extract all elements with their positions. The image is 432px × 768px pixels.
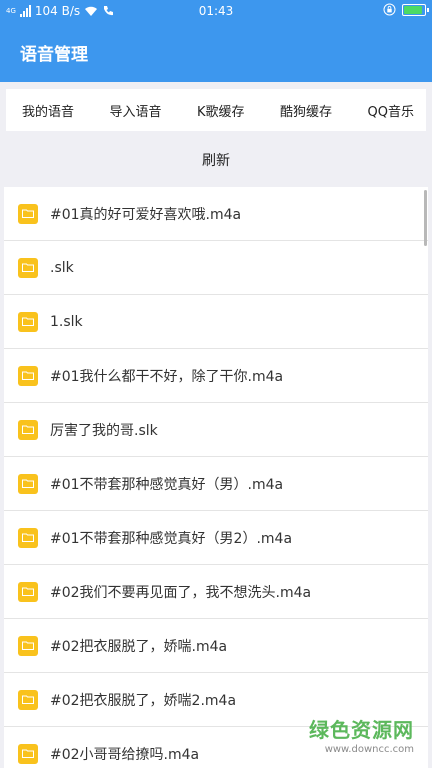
folder-icon xyxy=(18,743,38,764)
folder-icon xyxy=(18,203,38,224)
status-bar: 4G 104 B/s 01:43 xyxy=(0,0,432,24)
file-name: #02小哥哥给撩吗.m4a xyxy=(50,746,200,763)
folder-icon xyxy=(18,473,38,494)
list-item[interactable]: 1.slk xyxy=(4,295,428,349)
file-name: #01真的好可爱好喜欢哦.m4a xyxy=(50,206,242,223)
file-name: #02把衣服脱了，娇喘2.m4a xyxy=(50,692,237,709)
file-name: #01不带套那种感觉真好（男2）.m4a xyxy=(50,530,293,547)
status-time: 01:43 xyxy=(198,4,234,18)
folder-icon xyxy=(18,635,38,656)
page-title: 语音管理 xyxy=(20,45,88,65)
lock-rotation-icon xyxy=(383,3,396,16)
battery-charging-icon xyxy=(402,3,429,16)
app-bar: 语音管理 xyxy=(0,24,432,82)
list-item[interactable]: #01不带套那种感觉真好（男2）.m4a xyxy=(4,511,428,565)
folder-icon xyxy=(18,419,38,440)
file-name: 1.slk xyxy=(50,313,83,330)
tab-import-voice[interactable]: 导入语音 xyxy=(110,101,162,120)
list-item[interactable]: #01我什么都干不好，除了干你.m4a xyxy=(4,349,428,403)
list-item[interactable]: #02把衣服脱了，娇喘.m4a xyxy=(4,619,428,673)
folder-icon xyxy=(18,581,38,602)
scrollbar[interactable] xyxy=(424,190,427,246)
tab-karaoke-cache[interactable]: K歌缓存 xyxy=(197,101,245,120)
list-item[interactable]: #02小哥哥给撩吗.m4a xyxy=(4,727,428,768)
list-item[interactable]: .slk xyxy=(4,241,428,295)
list-item[interactable]: #02我们不要再见面了，我不想洗头.m4a xyxy=(4,565,428,619)
list-item[interactable]: #02把衣服脱了，娇喘2.m4a xyxy=(4,673,428,727)
refresh-button[interactable]: 刷新 xyxy=(0,150,432,170)
folder-icon xyxy=(18,527,38,548)
list-item[interactable]: #01真的好可爱好喜欢哦.m4a xyxy=(4,187,428,241)
file-name: 厉害了我的哥.slk xyxy=(50,422,158,439)
file-name: #01不带套那种感觉真好（男）.m4a xyxy=(50,476,284,493)
file-name: #01我什么都干不好，除了干你.m4a xyxy=(50,368,284,385)
folder-icon xyxy=(18,365,38,386)
status-right xyxy=(383,3,429,16)
folder-icon xyxy=(18,257,38,278)
folder-icon xyxy=(18,311,38,332)
file-name: #02把衣服脱了，娇喘.m4a xyxy=(50,638,228,655)
list-item[interactable]: #01不带套那种感觉真好（男）.m4a xyxy=(4,457,428,511)
file-name: #02我们不要再见面了，我不想洗头.m4a xyxy=(50,584,312,601)
tab-my-voice[interactable]: 我的语音 xyxy=(22,101,74,120)
file-name: .slk xyxy=(50,259,74,276)
tab-qq-music[interactable]: QQ音乐 xyxy=(368,101,414,120)
file-list[interactable]: #01真的好可爱好喜欢哦.m4a .slk 1.slk #01我什么都干不好，除了干你… xyxy=(4,187,428,768)
list-item[interactable]: 厉害了我的哥.slk xyxy=(4,403,428,457)
tab-kugou-cache[interactable]: 酷狗缓存 xyxy=(280,101,332,120)
tab-bar: 我的语音 导入语音 K歌缓存 酷狗缓存 QQ音乐 xyxy=(6,89,426,131)
folder-icon xyxy=(18,689,38,710)
